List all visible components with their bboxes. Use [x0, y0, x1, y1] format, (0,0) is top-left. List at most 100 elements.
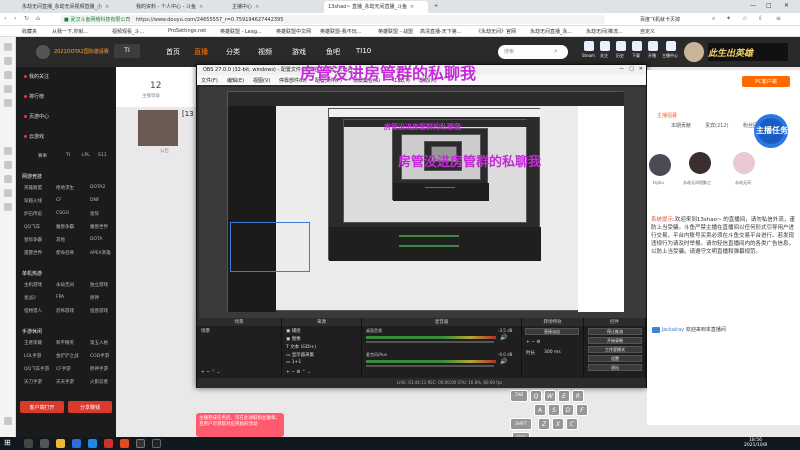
nav-live[interactable]: 直播	[194, 47, 208, 57]
close-window-icon[interactable]: ✕	[784, 2, 789, 9]
browser-icon[interactable]	[88, 439, 97, 448]
sidebar-tag[interactable]: LPL	[82, 153, 90, 158]
chat-username[interactable]: Jackalray	[662, 327, 685, 333]
sidebar-cat[interactable]: COD手游	[90, 353, 109, 359]
task-popup[interactable]: 主播完成任务后，可在此领取粉丝徽章，且用户可领取对应奖励的活动	[196, 413, 284, 437]
sidebar-cat[interactable]: 火影忍者	[90, 379, 108, 385]
bookmark-item[interactable]: 自定义	[640, 28, 655, 35]
maximize-icon[interactable]: □	[629, 66, 634, 72]
source-item[interactable]: ▭ 显示器采集	[286, 352, 314, 358]
minimize-icon[interactable]: —	[750, 2, 756, 9]
avatar[interactable]	[649, 154, 671, 176]
taskbar-clock[interactable]: 18:56 2021/10/8	[744, 438, 767, 448]
sidebar-cat[interactable]: 原神手游	[90, 366, 108, 372]
bookmark-item[interactable]: 高清直播-天下第...	[420, 28, 462, 35]
add-icon[interactable]: + − ⌃ ⌄	[201, 370, 220, 375]
sidebar-cat[interactable]: 穿越火线	[24, 198, 42, 204]
sidebar-cat[interactable]: QQ飞车	[24, 224, 40, 230]
search-suggestion[interactable]: 百度飞机就卡灭掉	[640, 16, 680, 23]
sidebar-cat[interactable]: 怪兽游戏	[90, 308, 108, 314]
sidebar-cat[interactable]: 原神	[90, 295, 99, 301]
sidebar-cat[interactable]: FPA	[56, 295, 64, 300]
sidebar-cat[interactable]: LOL手游	[24, 353, 41, 359]
tab-profile[interactable]: 我的资料 - 个人中心 - 斗鱼 ×	[132, 1, 224, 13]
menu-icon[interactable]: ≡	[776, 15, 781, 22]
open-client-button[interactable]: 客户端打开	[20, 401, 64, 413]
nav-games[interactable]: 游戏	[292, 47, 306, 57]
search-icon[interactable]	[24, 439, 33, 448]
url-input[interactable]: ■ 武汉斗鱼网络科技有限公司 https://www.douyu.com/246…	[60, 15, 605, 24]
search-icon[interactable]: ⌕	[712, 15, 715, 23]
close-icon[interactable]: ×	[199, 4, 203, 10]
back-icon[interactable]: ‹	[4, 15, 6, 22]
sidebar-item-rank[interactable]: 排行榜	[24, 93, 44, 100]
sidebar-cat[interactable]: 星际	[90, 211, 99, 217]
minimize-icon[interactable]: —	[619, 66, 624, 72]
nav-home[interactable]: 首页	[166, 47, 180, 57]
settings-button[interactable]: 设置	[588, 355, 642, 362]
source-item[interactable]: T 文本 (GDI+)	[286, 344, 316, 350]
sidebar-cat[interactable]: CSGO	[56, 211, 69, 216]
games-icon[interactable]	[4, 175, 12, 183]
bookmark-item[interactable]: 英雄联盟 - 战盟	[378, 28, 413, 35]
share-earn-button[interactable]: 分享赚钱	[68, 401, 112, 413]
bookmark-item[interactable]: ProSettings.net	[168, 28, 206, 34]
new-tab-button[interactable]: +	[430, 1, 440, 13]
task-view-icon[interactable]	[40, 439, 49, 448]
close-icon[interactable]: ×	[105, 4, 109, 10]
sidebar-cat[interactable]: 王者荣耀	[24, 340, 42, 346]
avatar[interactable]	[689, 152, 711, 174]
nav-category[interactable]: 分类	[226, 47, 240, 57]
sidebar-cat[interactable]: QQ飞车手游	[24, 366, 49, 372]
tab-recruit[interactable]: 主播招募	[657, 112, 677, 119]
maximize-icon[interactable]: □	[766, 2, 772, 9]
close-icon[interactable]: ×	[410, 4, 414, 10]
sidebar-cat[interactable]: 主机游戏	[24, 282, 42, 288]
bookmark-item[interactable]: 英雄联盟 - Leag...	[220, 28, 262, 35]
sidebar-cat[interactable]: 怪物猎人	[24, 308, 42, 314]
forward-icon[interactable]: ›	[14, 15, 16, 22]
nav-video[interactable]: 视频	[258, 47, 272, 57]
sidebar-item-cloudgame[interactable]: 云游戏	[24, 133, 44, 140]
messages-icon[interactable]	[4, 147, 12, 155]
volume-slider[interactable]	[366, 341, 494, 343]
sidebar-cat[interactable]: 和平精英	[56, 340, 74, 346]
edge-icon[interactable]	[72, 439, 81, 448]
collections-icon[interactable]	[4, 85, 12, 93]
douyu-icon[interactable]	[120, 439, 129, 448]
sidebar-item-webgames[interactable]: 页游中心	[24, 113, 49, 120]
bookmark-item[interactable]: 收藏夹	[22, 28, 37, 35]
add-icon[interactable]: + − ⚙ ⌃ ⌄	[286, 370, 311, 375]
stop-streaming-button[interactable]: 停止推流	[588, 328, 642, 335]
sidebar-cat[interactable]: 其他	[56, 237, 65, 243]
sidebar-tag[interactable]: TI	[66, 153, 70, 158]
duration-input[interactable]: 300 ms	[544, 350, 561, 355]
start-recording-button[interactable]: 开始录制	[588, 337, 642, 344]
close-icon[interactable]: ×	[255, 4, 259, 10]
transition-add-icon[interactable]: + − ⚙	[526, 340, 540, 345]
home-icon[interactable]: ⌂	[36, 15, 40, 22]
sidebar-cat[interactable]: CF	[56, 198, 62, 203]
history-icon[interactable]	[4, 57, 12, 65]
nav-ti10[interactable]: TI10	[356, 47, 371, 55]
search-icon[interactable]: ⌕	[554, 47, 558, 56]
sidebar-cat[interactable]: 星际争霸	[24, 237, 42, 243]
room-notice-label[interactable]: 公告	[160, 148, 169, 154]
sidebar-cat[interactable]: 炉石传说	[24, 211, 42, 217]
sidebar-cat[interactable]: DNF	[90, 198, 99, 203]
sidebar-cat[interactable]: 天刀手游	[24, 379, 42, 385]
close-icon[interactable]: ✕	[639, 66, 643, 72]
bookmark-item[interactable]: 永劫无间(推流...	[586, 28, 623, 35]
sidebar-tag[interactable]: 赛事	[38, 153, 47, 159]
avatar[interactable]	[684, 42, 704, 62]
studio-mode-button[interactable]: 工作室模式	[588, 346, 642, 353]
tab-yongjie[interactable]: 永劫无间直播_永劫无间视频直播_小 ×	[18, 1, 128, 13]
anchor-center-icon[interactable]	[666, 41, 676, 51]
menu-view[interactable]: 视图(V)	[253, 77, 270, 84]
bookmark-item[interactable]: 《永劫无间》官网	[476, 28, 516, 35]
history-icon[interactable]	[616, 41, 626, 51]
bookmark-item[interactable]: 英雄联盟-我不玩...	[320, 28, 362, 35]
sidebar-cat[interactable]: 魔兽世界	[90, 224, 108, 230]
source-item[interactable]: ▣ 图像	[286, 336, 301, 342]
volume-slider[interactable]	[366, 365, 494, 367]
